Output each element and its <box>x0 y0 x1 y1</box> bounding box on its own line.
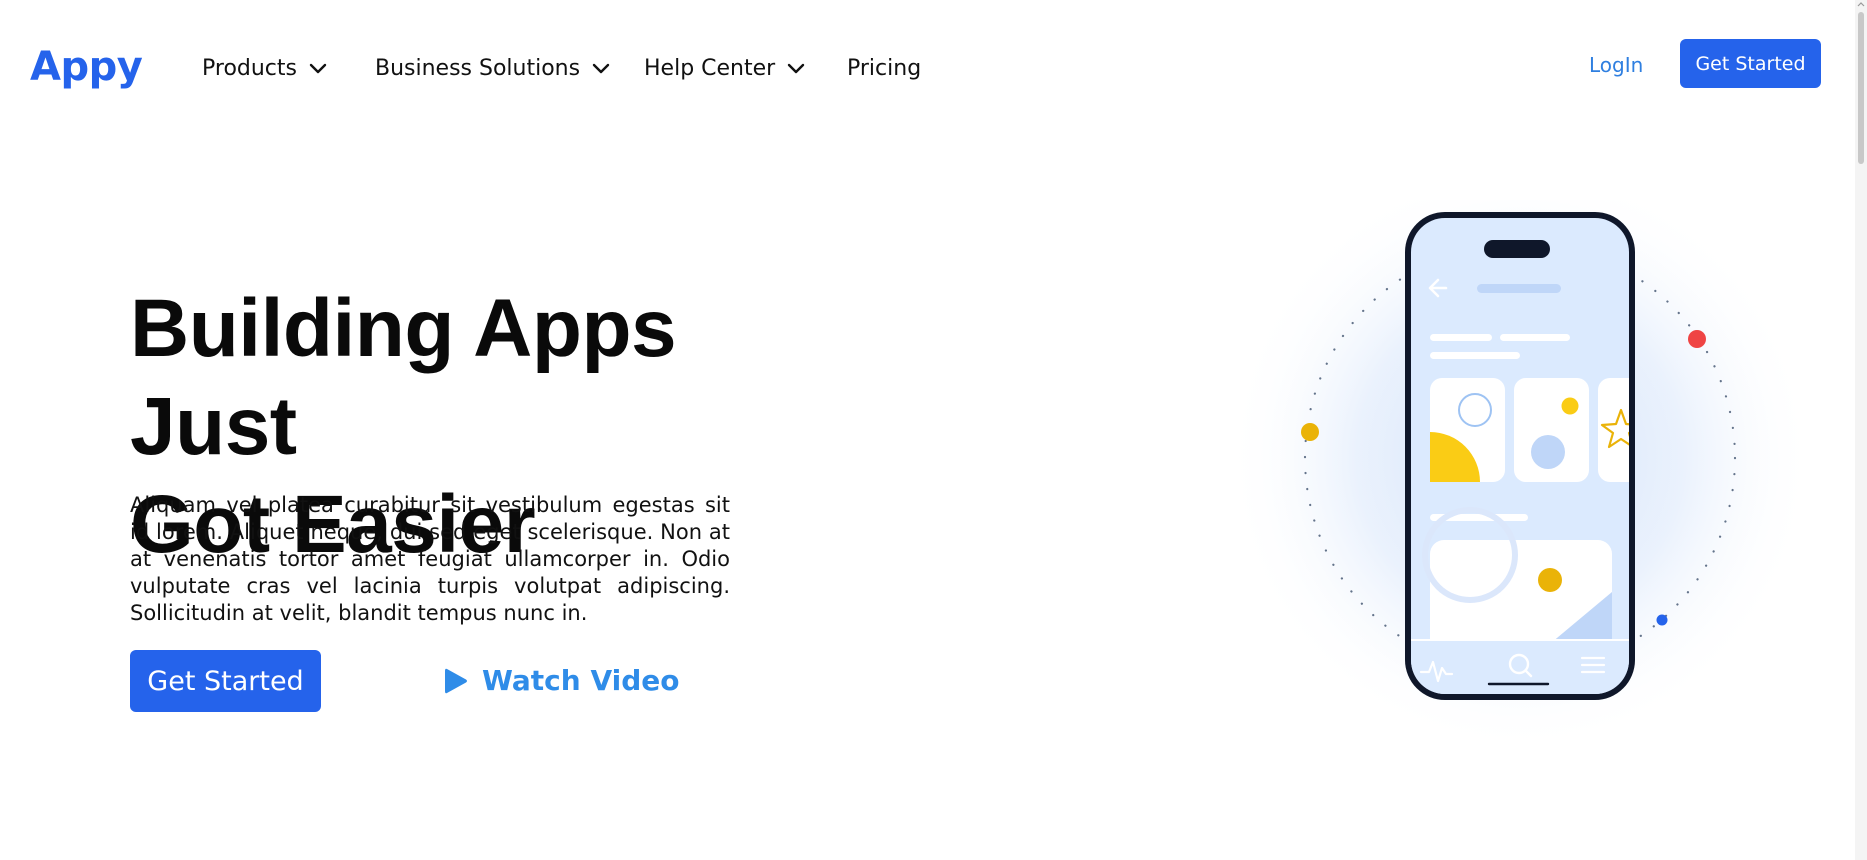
text-line <box>1430 334 1492 341</box>
media-dot <box>1538 568 1562 592</box>
nav-item-label: Business Solutions <box>375 56 581 81</box>
chevron-down-icon <box>592 63 610 73</box>
brand-logo[interactable]: Appy <box>30 44 143 90</box>
nav-item-label: Pricing <box>847 56 922 81</box>
nav-item-pricing[interactable]: Pricing <box>847 56 921 81</box>
dynamic-island <box>1484 240 1550 258</box>
top-nav: Appy Products Business Solutions Help Ce… <box>0 0 1855 130</box>
nav-item-label: Help Center <box>644 56 776 81</box>
text-line <box>1430 352 1520 359</box>
nav-item-label: Products <box>202 56 297 81</box>
nav-item-products[interactable]: Products <box>202 56 327 81</box>
nav-item-business-solutions[interactable]: Business Solutions <box>375 56 610 81</box>
chevron-down-icon <box>309 63 327 73</box>
scroll-up-arrow-icon[interactable] <box>1857 0 1865 8</box>
nav-item-help-center[interactable]: Help Center <box>644 56 805 81</box>
login-link[interactable]: LogIn <box>1589 53 1643 77</box>
card-circle <box>1531 435 1565 469</box>
play-icon <box>445 668 467 693</box>
scrollbar-thumb[interactable] <box>1858 12 1864 164</box>
header-bar <box>1477 284 1561 293</box>
get-started-button-nav[interactable]: Get Started <box>1680 39 1821 88</box>
decor-dot-red <box>1688 330 1706 348</box>
decor-dot-blue <box>1656 614 1668 626</box>
chevron-down-icon <box>788 63 805 73</box>
text-line <box>1500 334 1570 341</box>
page-scrollbar[interactable] <box>1855 0 1867 860</box>
decor-dot-yellow <box>1301 423 1319 441</box>
phone-illustration <box>1225 200 1815 753</box>
get-started-button-hero[interactable]: Get Started <box>130 650 321 712</box>
watch-video-button[interactable]: Watch Video <box>444 664 680 697</box>
card-dot <box>1561 397 1579 415</box>
hero-title-line-1: Building Apps Just <box>130 283 677 472</box>
watch-video-label: Watch Video <box>482 664 680 697</box>
hero-description: Aliquam vel platea curabitur sit vestibu… <box>130 493 730 625</box>
